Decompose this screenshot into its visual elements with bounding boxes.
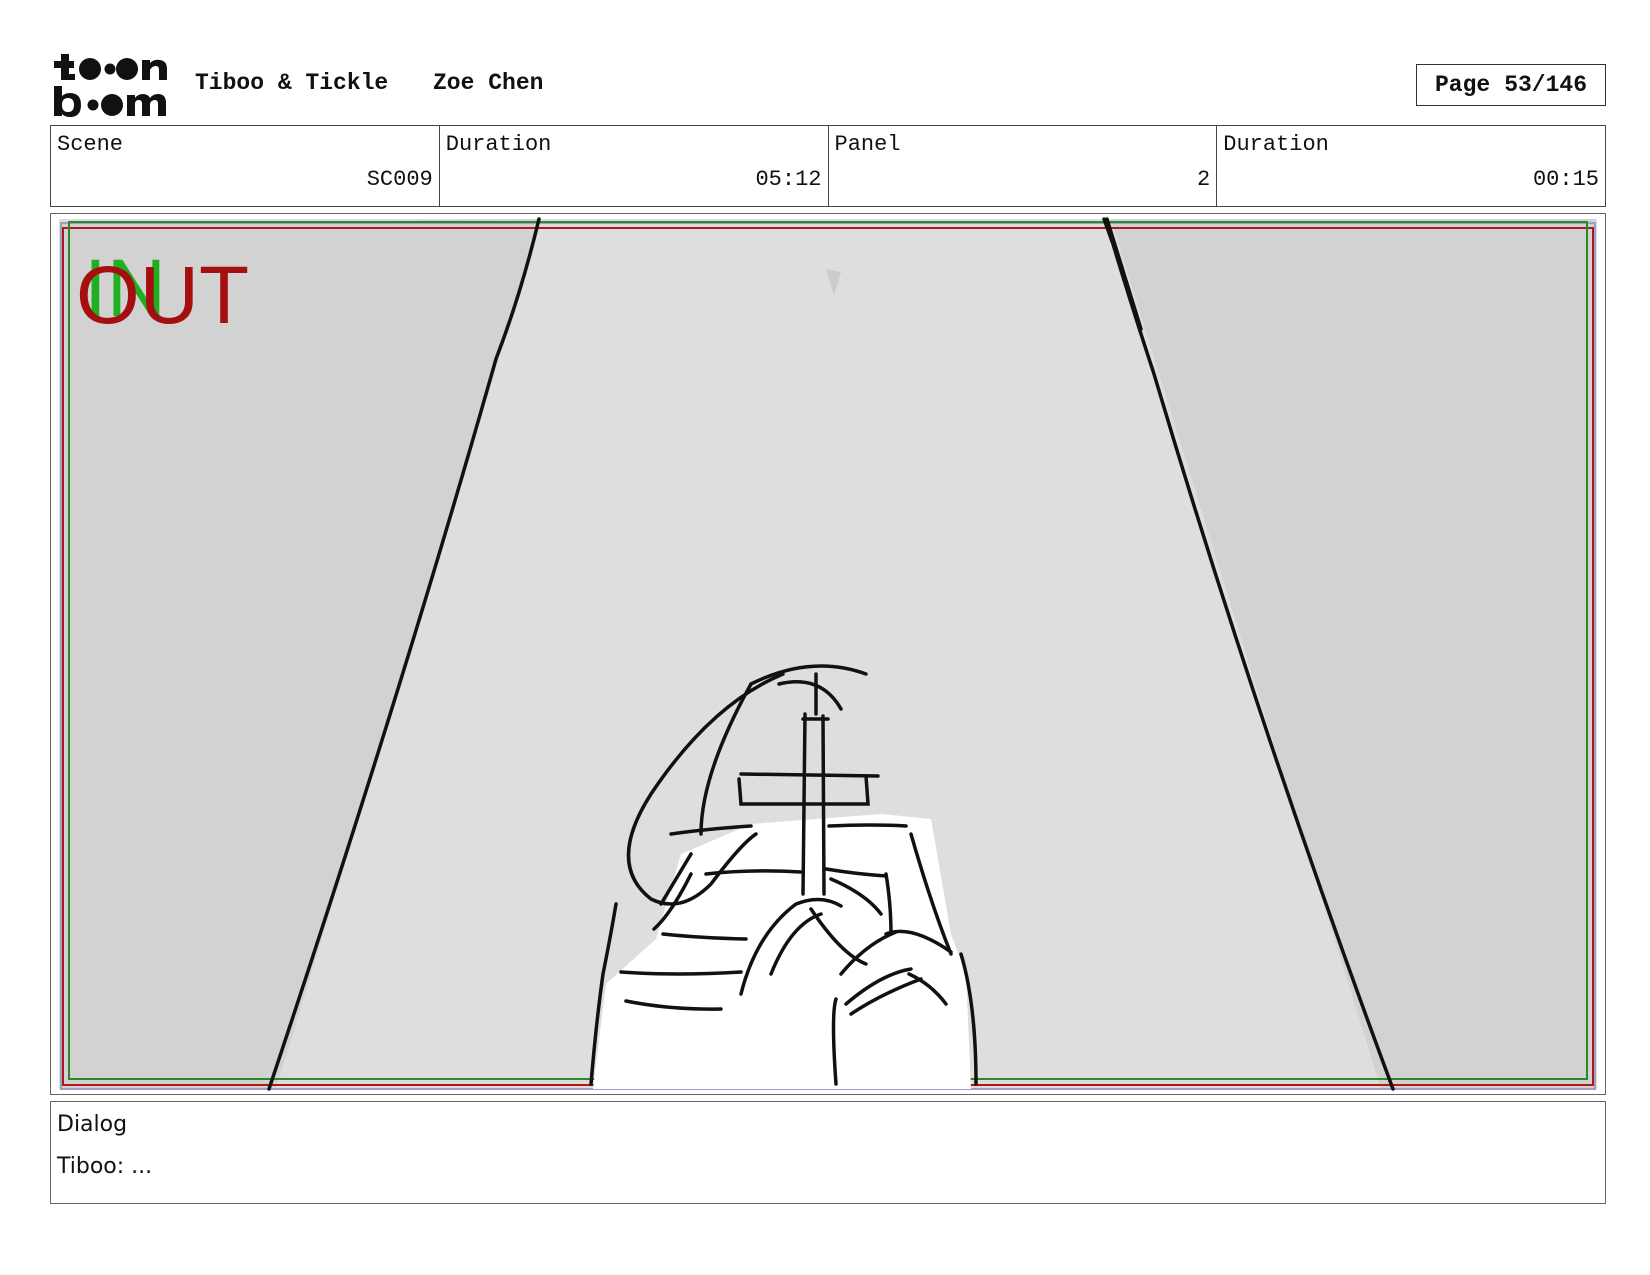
page-label: Page xyxy=(1434,72,1491,98)
page-indicator: Page 53/146 xyxy=(1416,64,1606,106)
scene-duration-cell: Duration 05:12 xyxy=(440,126,829,206)
scene-value: SC009 xyxy=(366,167,433,192)
scene-duration-value: 05:12 xyxy=(755,167,822,192)
panel-duration-label: Duration xyxy=(1223,132,1329,157)
panel-cell: Panel 2 xyxy=(829,126,1218,206)
panel-drawing xyxy=(59,217,1597,1091)
toon-boom-logo xyxy=(54,54,167,117)
storyboard-panel xyxy=(50,213,1606,1095)
panel-duration-cell: Duration 00:15 xyxy=(1217,126,1605,206)
author-name: Zoe Chen xyxy=(433,70,544,96)
scene-duration-label: Duration xyxy=(445,132,552,157)
out-marker: OUT xyxy=(76,250,250,341)
scene-label: Scene xyxy=(57,132,124,157)
dialog-label: Dialog xyxy=(57,1112,128,1137)
panel-value: 2 xyxy=(1197,167,1211,192)
panel-label: Panel xyxy=(834,132,901,157)
panel-duration-value: 00:15 xyxy=(1532,167,1599,192)
project-title: Tiboo & Tickle xyxy=(195,70,389,96)
dialog-text: Tiboo: ... xyxy=(57,1154,153,1179)
scene-info-table: Scene SC009 Duration 05:12 Panel 2 Durat… xyxy=(50,125,1606,207)
page-number: 53/146 xyxy=(1504,72,1588,98)
dialog-box: Dialog Tiboo: ... xyxy=(50,1101,1606,1204)
scene-cell: Scene SC009 xyxy=(51,126,440,206)
